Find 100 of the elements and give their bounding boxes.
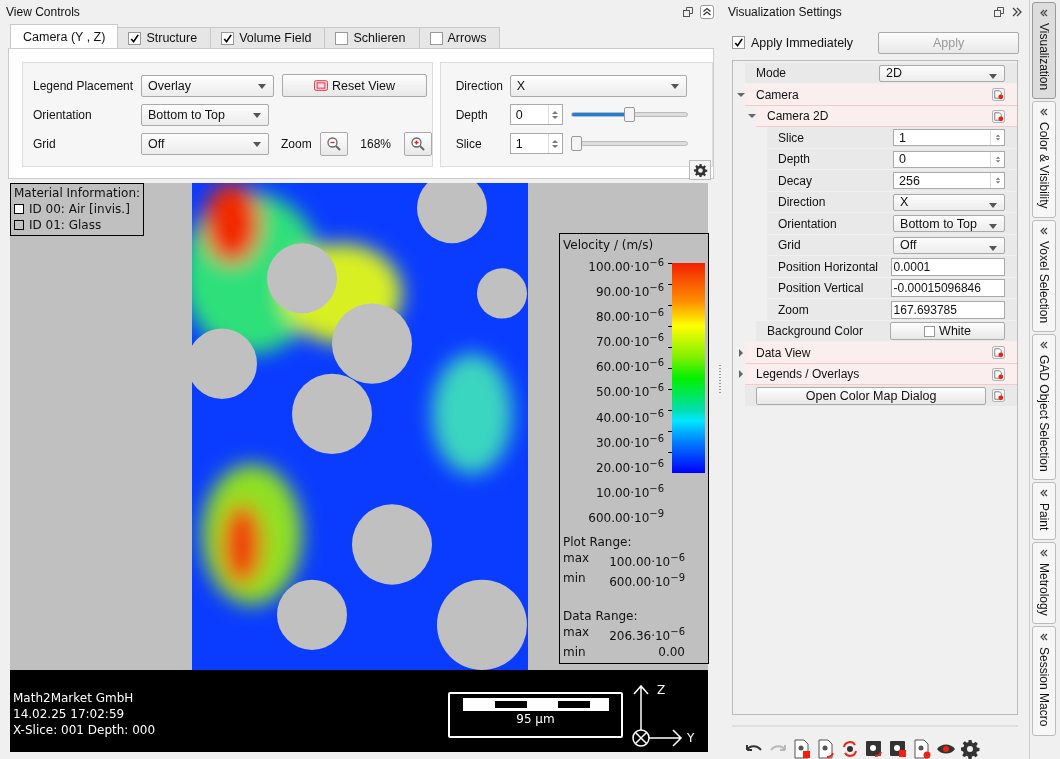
reset-icon[interactable] [992, 88, 1006, 102]
spin-box[interactable]: 256 [893, 172, 1006, 190]
property-label: Background Color [767, 324, 865, 339]
tab[interactable]: Volume Field [210, 27, 326, 48]
property-label: Zoom [778, 302, 810, 317]
side-tab[interactable]: Visualization [1032, 2, 1057, 100]
panel-title: Visualization Settings [728, 5, 843, 19]
property-label: Depth [778, 152, 811, 167]
reset-icon[interactable] [992, 109, 1006, 123]
legend-tick-label: 50.00·10$^{−6}$ [595, 381, 665, 401]
color-button[interactable]: White [890, 322, 1006, 341]
dropdown[interactable]: 2D [879, 64, 1006, 82]
caret-icon [989, 73, 998, 79]
input-field[interactable]: 0.0001 [890, 257, 1006, 276]
apply-immediately-checkbox[interactable]: Apply Immediately [732, 35, 854, 50]
reset-icon[interactable] [992, 389, 1006, 403]
open-color-map-button[interactable]: Open Color Map Dialog [756, 386, 987, 405]
checkbox[interactable] [429, 31, 443, 45]
spin-box[interactable]: 0 [509, 104, 563, 125]
range-label: min [563, 643, 587, 660]
caret-icon [258, 83, 266, 89]
property-label: Decay [778, 173, 813, 188]
range-value: 600.00·10$^{−9}$ [608, 570, 685, 590]
frame-icon [314, 80, 328, 91]
expand-icon [1039, 548, 1050, 557]
expand-arrow-icon[interactable] [737, 348, 745, 357]
collapse-icon[interactable] [700, 5, 714, 19]
checkbox[interactable] [335, 31, 349, 45]
expand-icon [1039, 9, 1050, 17]
tab[interactable]: Camera (Y , Z) [10, 24, 119, 48]
expand-arrow-icon[interactable] [737, 90, 745, 99]
side-tab[interactable]: Session Macro [1032, 626, 1057, 736]
property-label: Orientation [778, 216, 838, 231]
side-tab[interactable]: Color & Visibility [1032, 101, 1057, 218]
range-label: max [563, 623, 591, 641]
info-line: Math2Market GmbH [13, 690, 135, 706]
tab[interactable]: Structure [117, 27, 212, 48]
reset-icon[interactable] [992, 367, 1006, 381]
range-value: 0.00 [657, 643, 685, 660]
expand-icon [1039, 633, 1050, 642]
tab[interactable]: Arrows [418, 27, 501, 48]
legend-tick-label: 60.00·10$^{−6}$ [595, 356, 665, 376]
range-title: Plot Range: [563, 533, 633, 550]
settings-button[interactable] [689, 160, 711, 180]
field-label: Grid [33, 136, 57, 151]
side-tab[interactable]: Metrology [1032, 541, 1057, 625]
float-icon[interactable] [993, 6, 1006, 18]
zoom-in-icon [409, 135, 426, 152]
dropdown[interactable]: Off [893, 236, 1006, 254]
spin-box[interactable]: 1 [893, 129, 1006, 147]
field-label: Direction [455, 78, 502, 93]
expand-icon [1039, 489, 1050, 498]
reset-icon[interactable] [992, 346, 1006, 360]
zoom-value: 168% [359, 136, 393, 151]
input-field[interactable]: 167.693785 [890, 300, 1006, 319]
input-field[interactable]: -0.00015096846 [890, 279, 1006, 298]
zoom-out-button[interactable] [319, 131, 348, 156]
legend-tick-label: 70.00·10$^{−6}$ [595, 331, 665, 351]
spin-box[interactable]: 0 [893, 150, 1006, 168]
legend-tick-label: 10.00·10$^{−6}$ [595, 481, 665, 501]
dropdown[interactable]: Overlay [141, 74, 274, 97]
tab[interactable]: Schlieren [324, 27, 420, 48]
reset-view-button[interactable]: Reset View [282, 74, 427, 97]
field-label: Slice [455, 136, 483, 151]
axis-drawing [632, 684, 683, 747]
field-label: Orientation [33, 107, 93, 122]
expand-arrow-icon[interactable] [748, 112, 756, 121]
zoom-out-icon [325, 135, 342, 152]
settings-icon[interactable] [960, 739, 980, 759]
checkbox[interactable] [732, 36, 745, 50]
slider[interactable] [570, 136, 688, 151]
expand-icon [1039, 108, 1050, 117]
expand-arrow-icon[interactable] [737, 370, 745, 379]
property-label: Legends / Overlays [756, 367, 861, 382]
dropdown[interactable]: Bottom to Top [893, 215, 1006, 233]
side-tab[interactable]: Paint [1032, 482, 1057, 540]
caret-icon [989, 224, 998, 230]
dropdown[interactable]: Bottom to Top [141, 103, 269, 126]
side-tab[interactable]: GAD Object Selection [1032, 333, 1057, 481]
expand-icon [1039, 226, 1050, 235]
panel-title: View Controls [6, 5, 81, 19]
material-label: ID 00: Air [invis.] [29, 201, 130, 217]
property-label: Mode [756, 66, 787, 81]
checkbox[interactable] [221, 31, 235, 45]
float-icon[interactable] [682, 6, 694, 18]
zoom-in-button[interactable] [403, 131, 432, 156]
property-label: Grid [778, 238, 802, 253]
caret-icon [989, 202, 998, 208]
dropdown[interactable]: Off [141, 132, 269, 155]
checkbox[interactable] [128, 31, 142, 45]
slider[interactable] [570, 107, 688, 122]
spin-box[interactable]: 1 [509, 133, 563, 154]
legend-tick-label: 90.00·10$^{−6}$ [595, 281, 665, 301]
collapse-icon[interactable] [1011, 6, 1024, 18]
dropdown[interactable]: X [893, 193, 1006, 211]
side-tab[interactable]: Voxel Selection [1032, 219, 1057, 332]
field-label: Legend Placement [33, 78, 133, 93]
range-label: max [563, 549, 591, 567]
dropdown[interactable]: X [509, 74, 687, 97]
property-label: Direction [778, 195, 827, 210]
